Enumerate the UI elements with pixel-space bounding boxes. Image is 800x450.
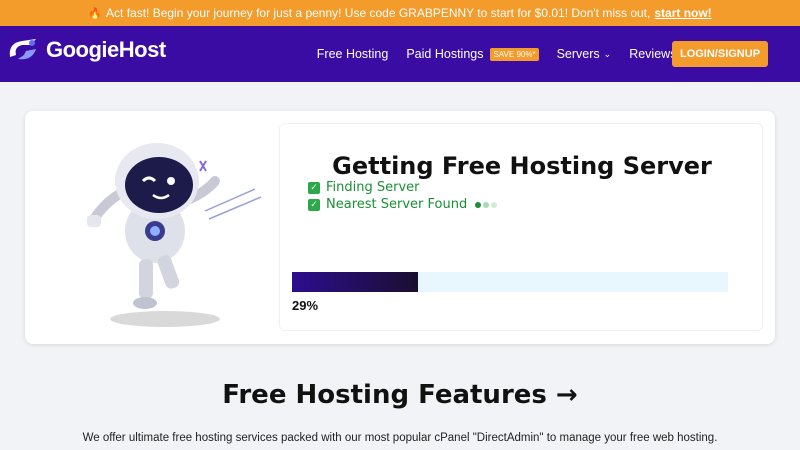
progress-bar-fill: [292, 272, 419, 292]
nav-free-hosting-label: Free Hosting: [316, 47, 389, 61]
navbar: GoogieHost Free Hosting Paid Hostings SA…: [0, 26, 800, 82]
checkmark-icon: ✓: [308, 198, 320, 211]
features-description: We offer ultimate free hosting services …: [82, 432, 718, 444]
promo-banner: 🔥 Act fast! Begin your journey for just …: [0, 0, 800, 26]
checkmark-icon: ✓: [308, 181, 320, 194]
step-label: Nearest Server Found: [326, 197, 468, 212]
progress-bar: [292, 272, 728, 292]
step-nearest-server-found: ✓ Nearest Server Found: [308, 197, 498, 212]
logo-text: GoogieHost: [46, 37, 166, 62]
step-label: Finding Server: [326, 180, 420, 195]
robot-mascot-illustration: [87, 143, 262, 327]
nav-free-hosting[interactable]: Free Hosting: [317, 47, 389, 61]
save-badge: SAVE 90%*: [490, 47, 539, 61]
promo-text: Act fast! Begin your journey for just a …: [106, 6, 651, 20]
nav-links: Free Hosting Paid Hostings SAVE 90%* Ser…: [317, 26, 688, 82]
login-signup-button[interactable]: LOGIN/SIGNUP: [672, 41, 768, 67]
nav-paid-hostings[interactable]: Paid Hostings SAVE 90%*: [406, 47, 539, 61]
logo-icon: [9, 39, 36, 60]
nav-paid-hostings-label: Paid Hostings: [406, 47, 484, 61]
progress-percent: 29%: [292, 298, 319, 313]
fire-icon: 🔥: [88, 7, 103, 20]
step-finding-server: ✓ Finding Server: [308, 180, 420, 195]
features-heading[interactable]: Free Hosting Features →: [0, 380, 800, 410]
nav-servers-label: Servers: [556, 47, 600, 61]
nav-reviews-label: Reviews: [629, 47, 677, 61]
site-logo[interactable]: GoogieHost: [6, 35, 166, 65]
loading-dots-icon: [475, 201, 498, 208]
panel-title: Getting Free Hosting Server: [332, 152, 712, 180]
nav-servers[interactable]: Servers ⌄: [557, 47, 612, 61]
chevron-down-icon: ⌄: [603, 48, 612, 59]
loading-card: Getting Free Hosting Server ✓ Finding Se…: [25, 111, 775, 344]
promo-link[interactable]: start now!: [654, 6, 711, 20]
progress-panel: Getting Free Hosting Server ✓ Finding Se…: [279, 123, 763, 331]
